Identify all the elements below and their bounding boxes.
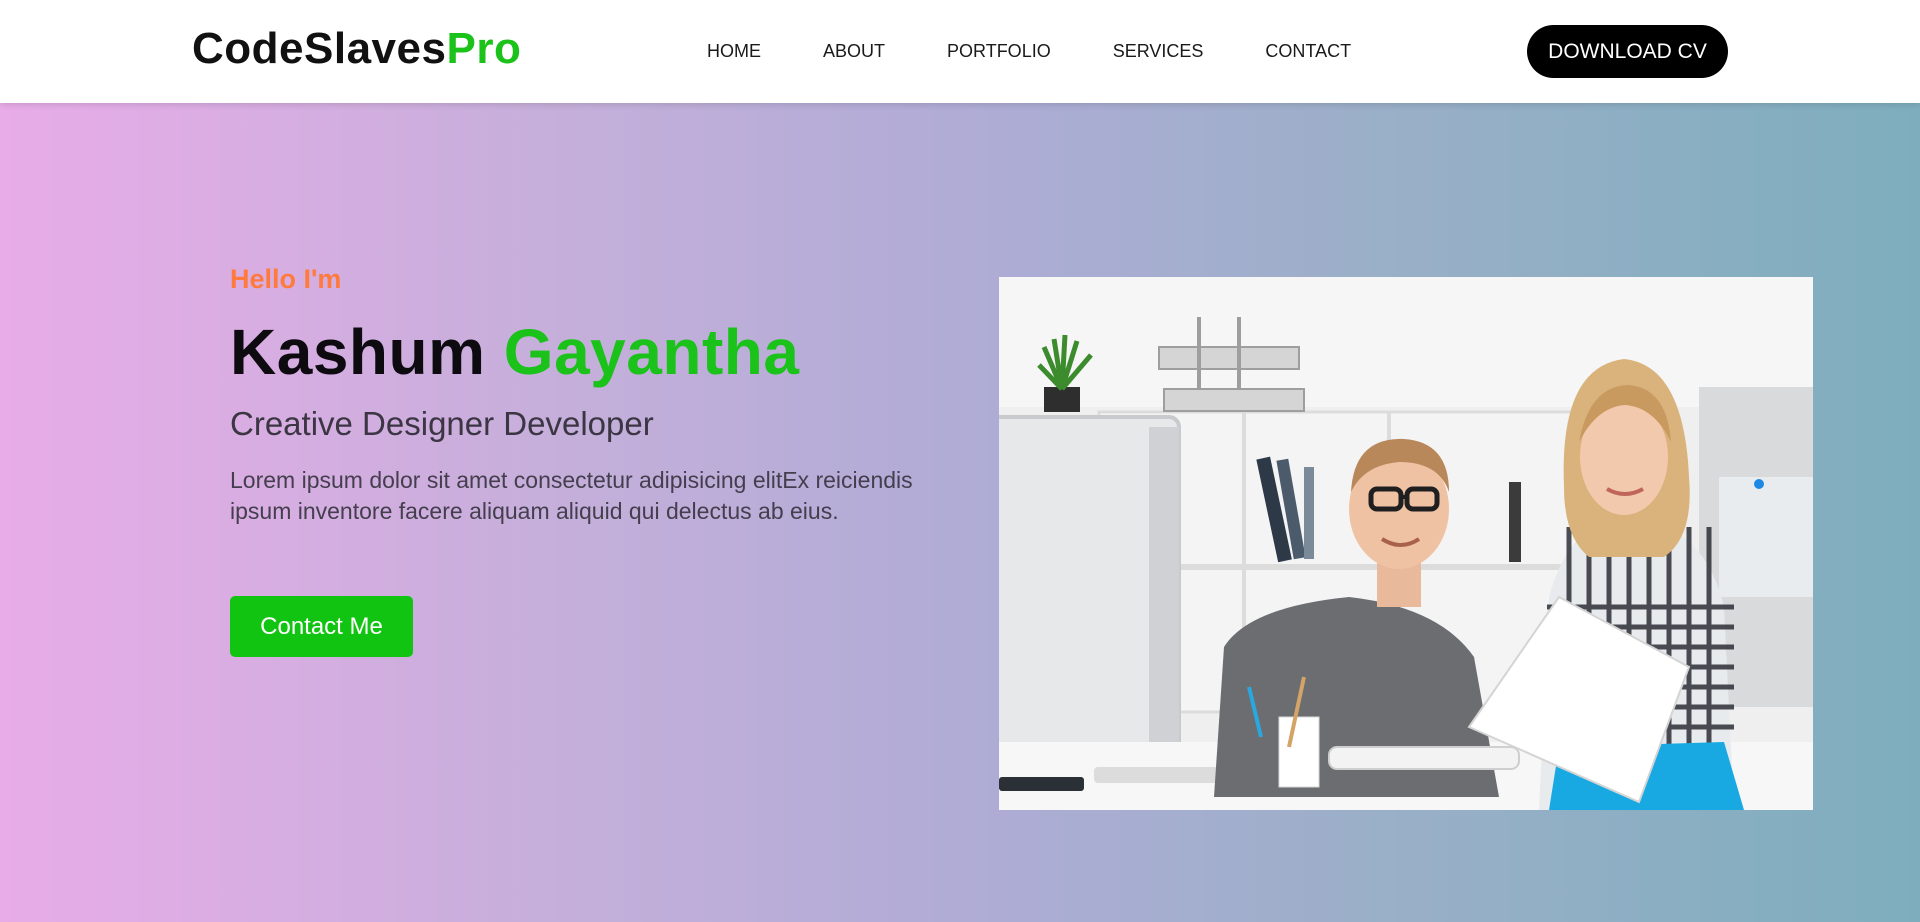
hero-name: Kashum Gayantha (230, 315, 799, 389)
hero-photo (999, 277, 1813, 810)
main-nav: HOME ABOUT PORTFOLIO SERVICES CONTACT (707, 41, 1351, 62)
office-team-illustration (999, 277, 1813, 810)
nav-about[interactable]: ABOUT (823, 41, 885, 62)
hero-first-name: Kashum (230, 316, 486, 388)
nav-services[interactable]: SERVICES (1113, 41, 1204, 62)
hero-description: Lorem ipsum dolor sit amet consectetur a… (230, 467, 913, 524)
hero-section: Hello I'm Kashum Gayantha Creative Desig… (0, 103, 1920, 922)
contact-me-button[interactable]: Contact Me (230, 596, 413, 657)
nav-contact[interactable]: CONTACT (1265, 41, 1351, 62)
download-cv-button[interactable]: DOWNLOAD CV (1527, 25, 1728, 78)
hero-last-name: Gayantha (503, 316, 800, 388)
hero-greeting: Hello I'm (230, 264, 342, 294)
logo-main-text: CodeSlaves (192, 24, 447, 73)
hero-role: Creative Designer Developer (230, 405, 654, 442)
logo-accent-text: Pro (446, 24, 522, 73)
nav-portfolio[interactable]: PORTFOLIO (947, 41, 1051, 62)
site-header: CodeSlavesPro HOME ABOUT PORTFOLIO SERVI… (0, 0, 1920, 103)
site-logo[interactable]: CodeSlavesPro (192, 24, 521, 74)
nav-home[interactable]: HOME (707, 41, 761, 62)
